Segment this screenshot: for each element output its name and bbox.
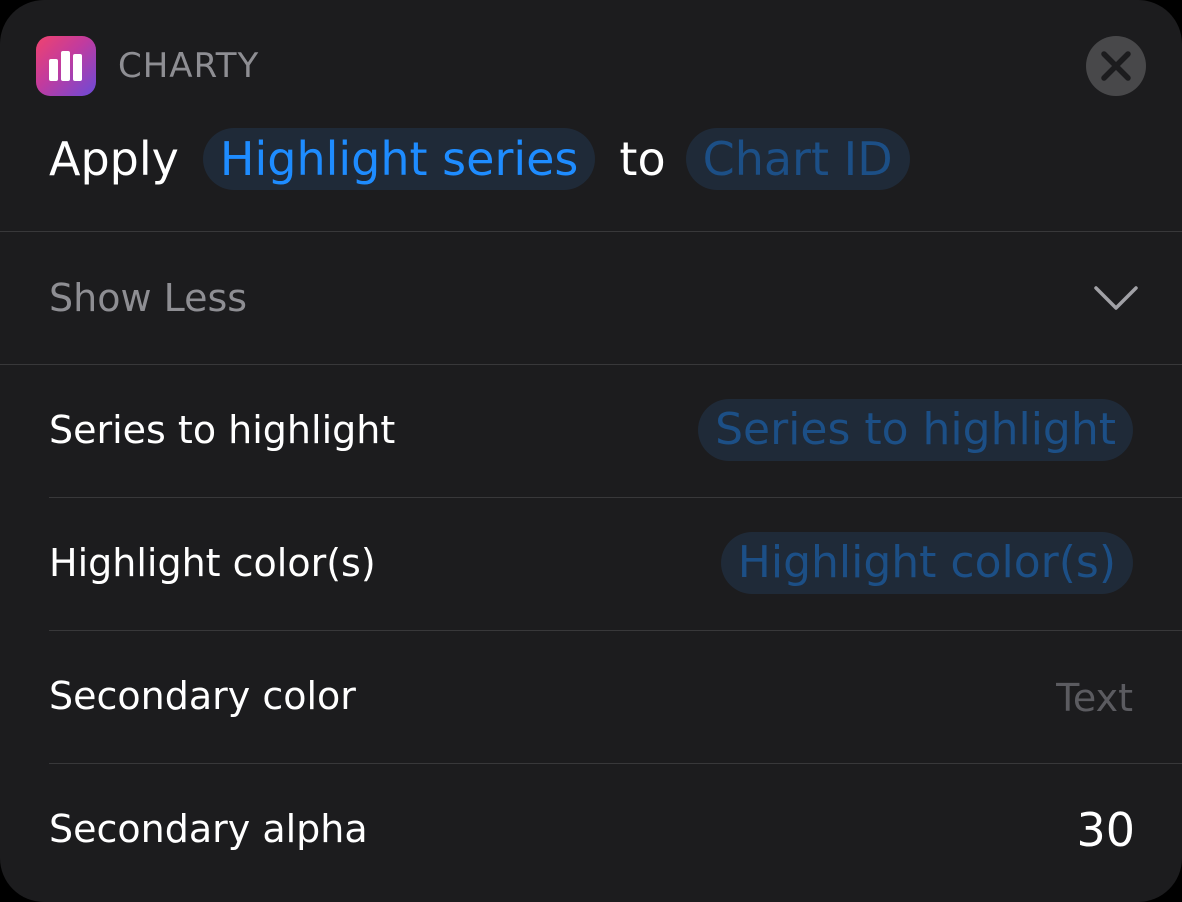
show-less-label: Show Less: [49, 276, 248, 320]
action-connector: to: [619, 132, 666, 186]
app-icon: [36, 36, 96, 96]
series-to-highlight-pill[interactable]: Series to highlight: [698, 399, 1133, 461]
action-card: CHARTY Apply Highlight series to Chart I…: [0, 0, 1182, 902]
close-icon: [1101, 51, 1131, 81]
param-label: Secondary alpha: [49, 807, 368, 851]
action-pill[interactable]: Highlight series: [202, 128, 596, 190]
action-prefix: Apply: [49, 132, 179, 186]
param-label: Highlight color(s): [49, 541, 376, 585]
divider: [0, 364, 1182, 365]
chart-id-pill[interactable]: Chart ID: [685, 128, 910, 190]
secondary-color-field[interactable]: Text: [1056, 674, 1133, 722]
action-sentence: Apply Highlight series to Chart ID: [49, 126, 910, 192]
divider: [0, 231, 1182, 232]
divider: [49, 630, 1182, 631]
highlight-colors-pill[interactable]: Highlight color(s): [720, 532, 1133, 594]
divider: [49, 497, 1182, 498]
close-button[interactable]: [1086, 36, 1146, 96]
secondary-alpha-field[interactable]: 30: [1076, 802, 1135, 858]
chevron-down-icon: [1094, 286, 1138, 310]
app-name: CHARTY: [118, 46, 260, 86]
param-label: Series to highlight: [49, 408, 396, 452]
divider: [49, 763, 1182, 764]
param-label: Secondary color: [49, 674, 356, 718]
